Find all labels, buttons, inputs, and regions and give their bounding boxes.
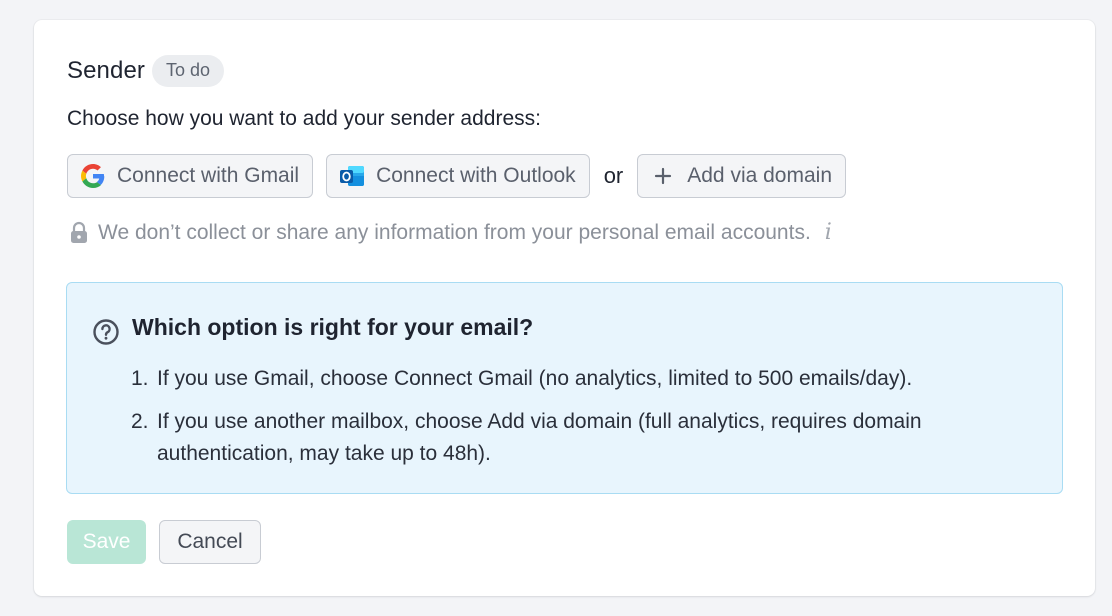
connect-outlook-button[interactable]: Connect with Outlook [326, 154, 590, 198]
add-via-domain-label: Add via domain [687, 164, 833, 187]
status-badge: To do [152, 55, 225, 87]
privacy-note: We don’t collect or share any informatio… [68, 220, 832, 245]
save-button[interactable]: Save [67, 520, 146, 564]
or-separator: or [603, 163, 624, 188]
connect-gmail-button[interactable]: Connect with Gmail [67, 154, 314, 198]
outlook-icon [339, 163, 365, 189]
sender-prompt: Choose how you want to add your sender a… [67, 107, 541, 130]
help-item-text: If you use Gmail, choose Connect Gmail (… [157, 367, 913, 390]
sender-options: Connect with Gmail Connect with Outlook … [67, 154, 847, 198]
help-item-text: If you use another mailbox, choose Add v… [157, 410, 922, 465]
add-via-domain-button[interactable]: Add via domain [637, 154, 847, 198]
sender-card: Sender To do Choose how you want to add … [34, 20, 1095, 596]
sender-header: Sender To do [67, 55, 225, 87]
connect-gmail-label: Connect with Gmail [117, 164, 300, 187]
help-list: 1. If you use Gmail, choose Connect Gmai… [131, 363, 1051, 470]
section-title: Sender [67, 57, 145, 84]
form-actions: Save Cancel [67, 520, 261, 564]
help-box: Which option is right for your email? 1.… [66, 282, 1063, 494]
help-item: 2. If you use another mailbox, choose Ad… [131, 406, 1051, 470]
privacy-text: We don’t collect or share any informatio… [98, 220, 811, 244]
cancel-button[interactable]: Cancel [159, 520, 261, 564]
help-item-number: 2. [131, 410, 149, 433]
help-item: 1. If you use Gmail, choose Connect Gmai… [131, 363, 1051, 395]
google-g-icon [80, 163, 106, 189]
help-heading: Which option is right for your email? [132, 314, 534, 340]
lock-icon [68, 221, 90, 245]
info-icon[interactable]: i [825, 220, 832, 245]
question-circle-icon [92, 318, 120, 346]
connect-outlook-label: Connect with Outlook [376, 164, 576, 187]
plus-icon [650, 163, 676, 189]
help-item-number: 1. [131, 367, 149, 390]
